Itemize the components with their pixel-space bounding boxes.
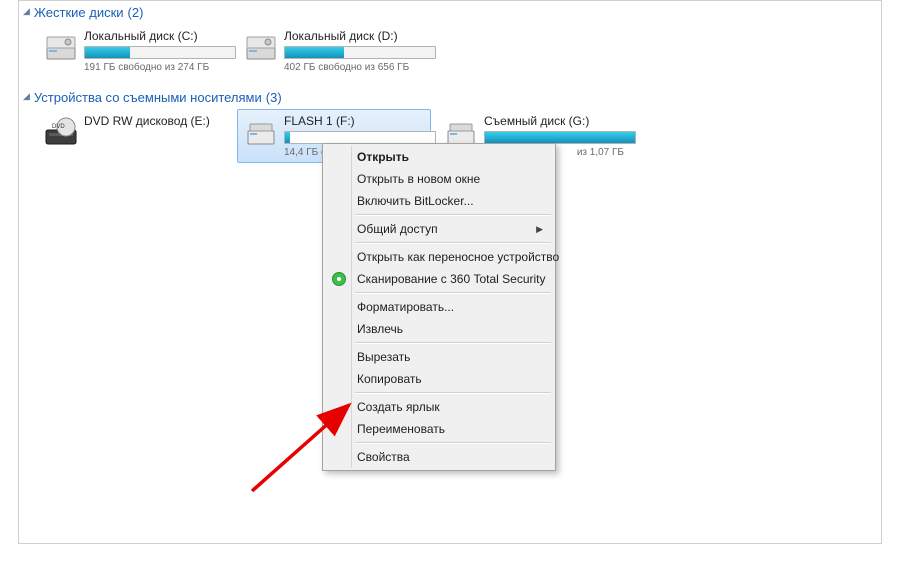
drive-c[interactable]: Локальный диск (C:) 191 ГБ свободно из 2… [37,24,231,78]
collapse-icon: ◢ [23,6,30,17]
ctx-cut[interactable]: Вырезать [325,346,553,368]
context-menu-sep [355,292,551,294]
submenu-arrow-icon: ▶ [536,224,543,235]
ctx-eject[interactable]: Извлечь [325,318,553,340]
group-count: (2) [128,5,144,20]
hdd-icon [244,31,278,65]
ctx-rename[interactable]: Переименовать [325,418,553,440]
dvd-drive-icon: DVD [44,116,78,150]
drive-name: FLASH 1 (F:) [284,114,424,128]
drive-d[interactable]: Локальный диск (D:) 402 ГБ свободно из 6… [237,24,431,78]
collapse-icon: ◢ [23,91,30,102]
group-title: Устройства со съемными носителями [34,90,262,105]
drive-name: Локальный диск (D:) [284,29,424,43]
hdd-row: Локальный диск (C:) 191 ГБ свободно из 2… [19,24,881,78]
ctx-scan-360[interactable]: Сканирование с 360 Total Security [325,268,553,290]
context-menu-sep [355,342,551,344]
ctx-open-new-window[interactable]: Открыть в новом окне [325,168,553,190]
context-menu-sep [355,214,551,216]
capacity-bar-fill-flash [285,132,290,143]
drive-name: Съемный диск (G:) [484,114,624,128]
capacity-bar-fill-d [285,47,344,58]
drive-name: DVD RW дисковод (E:) [84,114,224,128]
capacity-bar [84,46,236,59]
ctx-copy[interactable]: Копировать [325,368,553,390]
context-menu-sep [355,242,551,244]
ctx-bitlocker[interactable]: Включить BitLocker... [325,190,553,212]
drive-stats: 191 ГБ свободно из 274 ГБ [84,62,224,73]
capacity-bar-fill-g [485,132,635,143]
group-title: Жесткие диски [34,5,124,20]
ctx-share[interactable]: Общий доступ ▶ [325,218,553,240]
group-header-removable[interactable]: ◢ Устройства со съемными носителями (3) [19,86,881,109]
context-menu-sep [355,392,551,394]
context-menu: Открыть Открыть в новом окне Включить Bi… [322,143,556,471]
drive-name: Локальный диск (C:) [84,29,224,43]
drive-dvd[interactable]: DVD DVD RW дисковод (E:) [37,109,231,163]
ctx-create-shortcut[interactable]: Создать ярлык [325,396,553,418]
svg-text:DVD: DVD [52,124,65,130]
explorer-window: ◢ Жесткие диски (2) Локальный диск (C:) [18,0,882,544]
360-security-icon [331,271,347,287]
capacity-bar-fill-c [85,47,130,58]
context-menu-sep [355,442,551,444]
ctx-properties[interactable]: Свойства [325,446,553,468]
hdd-icon [44,31,78,65]
ctx-format[interactable]: Форматировать... [325,296,553,318]
ctx-open-portable[interactable]: Открыть как переносное устройство [325,246,553,268]
capacity-bar [284,46,436,59]
removable-drive-icon [244,116,278,150]
group-header-hdd[interactable]: ◢ Жесткие диски (2) [19,1,881,24]
drive-stats: 402 ГБ свободно из 656 ГБ [284,62,424,73]
ctx-open[interactable]: Открыть [325,146,553,168]
group-count: (3) [266,90,282,105]
